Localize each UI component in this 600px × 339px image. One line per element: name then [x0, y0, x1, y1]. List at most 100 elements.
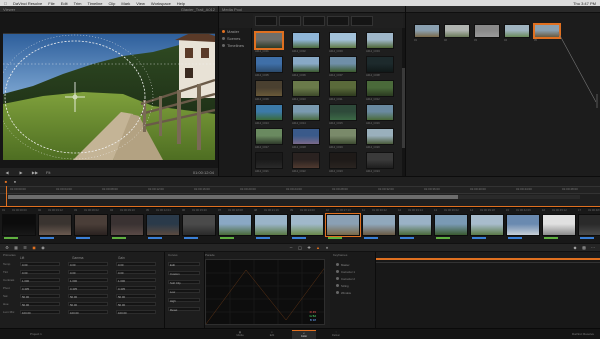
media-thumbnail[interactable]: A012_C024 [366, 152, 398, 178]
keyframe-icon[interactable]: ◆ [572, 245, 578, 250]
strip-scroll-knob[interactable] [596, 94, 598, 108]
primaries-value-field[interactable]: 50.00 [20, 302, 60, 307]
window-icon[interactable]: ◯ [297, 245, 303, 250]
tracker-icon[interactable]: ✚ [306, 245, 312, 250]
clip-thumbnail[interactable] [254, 214, 288, 236]
media-thumbnail[interactable]: A012_C005 [255, 56, 287, 82]
timeline-ruler[interactable]: 01:00:00:00 01:00:04:00 01:00:08:00 01:00:1… [0, 186, 600, 194]
layer-row[interactable]: Master [336, 262, 376, 267]
primaries-value-field[interactable]: 50.00 [116, 302, 156, 307]
clip-thumbnail[interactable] [218, 214, 252, 236]
menu-mark[interactable]: Mark [121, 1, 130, 6]
primaries-value-field[interactable]: 50.00 [68, 294, 108, 299]
strip-thumbnail[interactable]: 02 [444, 24, 476, 50]
media-slot[interactable] [279, 16, 301, 26]
more-icon[interactable]: ⋯ [590, 245, 596, 250]
bin-timelines[interactable]: Timelines [219, 42, 251, 49]
media-thumbnail[interactable]: A012_C016 [366, 104, 398, 130]
timeline-tool-icon[interactable]: ■ [3, 179, 9, 184]
layer-row[interactable]: Sizing [336, 283, 376, 288]
media-thumbnail[interactable]: A012_C006 [292, 56, 324, 82]
menu-trim[interactable]: Trim [74, 1, 82, 6]
primaries-value-field[interactable]: 0.00 [20, 270, 60, 275]
curves-option[interactable]: Low [168, 289, 200, 294]
page-tab-deliver[interactable]: ↑ Deliver [324, 330, 348, 338]
media-slot[interactable] [327, 16, 349, 26]
media-slot[interactable] [303, 16, 325, 26]
primaries-value-field[interactable]: 50.00 [116, 294, 156, 299]
page-tab-media[interactable]: ▦ Media [228, 330, 252, 338]
prev-frame-icon[interactable]: ◀ [4, 170, 10, 175]
clip-thumbnail[interactable] [578, 214, 600, 236]
primaries-value-field[interactable]: 50.00 [68, 302, 108, 307]
primaries-value-field[interactable]: 0.435 [20, 286, 60, 291]
settings-icon[interactable]: ⚙ [4, 245, 10, 250]
media-thumbnail[interactable]: A012_C009 [255, 80, 287, 106]
media-thumbnail[interactable]: A012_C007 [329, 56, 361, 82]
key-icon[interactable]: ♦ [324, 245, 330, 250]
timeline-lock-icon[interactable]: ● [12, 179, 18, 184]
next-frame-icon[interactable]: ▶▶ [32, 170, 38, 175]
page-tab-edit[interactable]: ✂ Edit [260, 330, 284, 338]
media-thumbnail[interactable]: A012_C014 [292, 104, 324, 130]
play-icon[interactable]: ▶ [18, 170, 24, 175]
primaries-value-field[interactable]: 100.00 [20, 310, 60, 315]
wheel-icon[interactable]: ◉ [40, 245, 46, 250]
media-slot[interactable] [351, 16, 373, 26]
media-thumbnail[interactable]: A012_C018 [292, 128, 324, 154]
media-thumbnail[interactable]: A012_C001 [255, 32, 287, 58]
layer-row[interactable]: Window [336, 290, 376, 295]
primaries-value-field[interactable]: 0.435 [68, 286, 108, 291]
node-icon[interactable]: ◼ [31, 245, 37, 250]
clip-thumbnail[interactable] [362, 214, 396, 236]
primaries-value-field[interactable]: 0.00 [68, 270, 108, 275]
primaries-value-field[interactable]: 0.435 [116, 286, 156, 291]
bin-scenes[interactable]: Scenes [219, 35, 251, 42]
scope-icon[interactable]: ▩ [581, 245, 587, 250]
clip-thumbnail[interactable] [434, 214, 468, 236]
apple-icon[interactable]:  [4, 1, 7, 6]
media-thumbnail[interactable]: A012_C002 [292, 32, 324, 58]
clip-thumbnail[interactable] [74, 214, 108, 236]
media-thumbnail[interactable]: A012_C003 [329, 32, 361, 58]
strip-thumbnail[interactable]: 04 [504, 24, 536, 50]
media-thumbnail[interactable]: A012_C011 [329, 80, 361, 106]
layer-row[interactable]: Corrector 2 [336, 276, 376, 281]
grid-icon[interactable]: ▦ [13, 245, 19, 250]
keyframe-timeline[interactable] [376, 258, 600, 328]
curves-option[interactable]: Soft Clip [168, 280, 200, 285]
primaries-value-field[interactable]: 1.000 [68, 278, 108, 283]
menu-clip[interactable]: Clip [108, 1, 115, 6]
timeline-track[interactable] [8, 195, 580, 199]
clip-thumbnail[interactable] [182, 214, 216, 236]
scope-panel[interactable]: R 45 G 52 B 38 [205, 259, 325, 325]
media-thumbnail[interactable]: A012_C013 [255, 104, 287, 130]
menu-help[interactable]: Help [177, 1, 185, 6]
media-thumbnail[interactable]: A012_C021 [255, 152, 287, 178]
viewer-image[interactable] [3, 33, 215, 160]
media-thumbnail[interactable]: A012_C004 [366, 32, 398, 58]
primaries-value-field[interactable]: 0.00 [20, 262, 60, 267]
media-thumbnail[interactable]: A012_C023 [329, 152, 361, 178]
media-thumbnail[interactable]: A012_C012 [366, 80, 398, 106]
media-slot[interactable] [255, 16, 277, 26]
clip-thumbnail[interactable] [146, 214, 180, 236]
timeline-track-clip[interactable] [8, 195, 458, 199]
curves-option[interactable]: Edit [168, 262, 200, 267]
layer-row[interactable]: Corrector 1 [336, 269, 376, 274]
menu-view[interactable]: View [136, 1, 145, 6]
strip-thumbnail[interactable]: 01 [414, 24, 446, 50]
media-thumbnail[interactable]: A012_C022 [292, 152, 324, 178]
curves-option[interactable]: Custom [168, 271, 200, 276]
menu-edit[interactable]: Edit [61, 1, 68, 6]
curves-icon[interactable]: ∼ [288, 245, 294, 250]
curves-option[interactable]: Reset [168, 307, 200, 312]
curves-option[interactable]: High [168, 298, 200, 303]
media-thumbnail[interactable]: A012_C010 [292, 80, 324, 106]
primaries-value-field[interactable]: 1.000 [20, 278, 60, 283]
menu-timeline[interactable]: Timeline [88, 1, 103, 6]
primaries-value-field[interactable]: 100.00 [116, 310, 156, 315]
clip-thumbnail[interactable] [38, 214, 72, 236]
clip-thumbnail[interactable] [290, 214, 324, 236]
menu-workspace[interactable]: Workspace [151, 1, 171, 6]
